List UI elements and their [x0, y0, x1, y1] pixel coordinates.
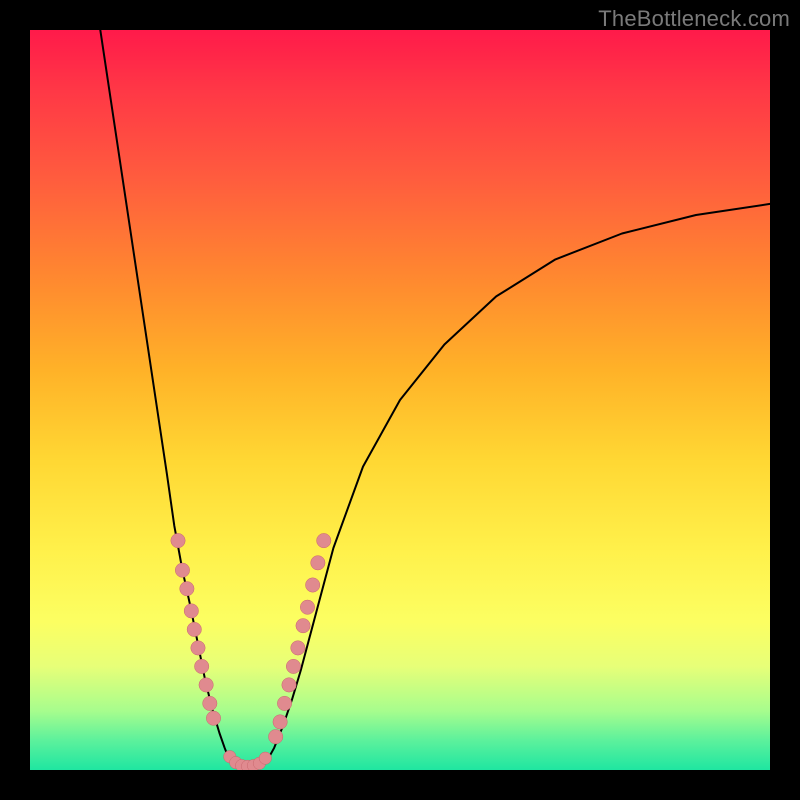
data-point	[171, 533, 185, 547]
data-point	[187, 622, 201, 636]
data-point	[175, 563, 189, 577]
data-point	[311, 556, 325, 570]
data-point	[277, 696, 291, 710]
data-point	[194, 659, 208, 673]
data-point	[305, 578, 319, 592]
bottleneck-curve	[100, 30, 770, 769]
data-point	[206, 711, 220, 725]
plot-area	[30, 30, 770, 770]
chart-frame: TheBottleneck.com	[0, 0, 800, 800]
data-point	[317, 533, 331, 547]
data-point	[282, 678, 296, 692]
data-point	[259, 752, 271, 764]
data-point	[300, 600, 314, 614]
data-point	[203, 696, 217, 710]
data-point	[291, 641, 305, 655]
data-point	[296, 619, 310, 633]
watermark-text: TheBottleneck.com	[598, 6, 790, 32]
data-point	[191, 641, 205, 655]
data-point	[286, 659, 300, 673]
data-point	[180, 582, 194, 596]
data-point	[268, 730, 282, 744]
curve-group	[100, 30, 770, 769]
scatter-dots-group	[171, 533, 331, 770]
data-point	[199, 678, 213, 692]
chart-svg	[30, 30, 770, 770]
data-point	[273, 715, 287, 729]
data-point	[184, 604, 198, 618]
